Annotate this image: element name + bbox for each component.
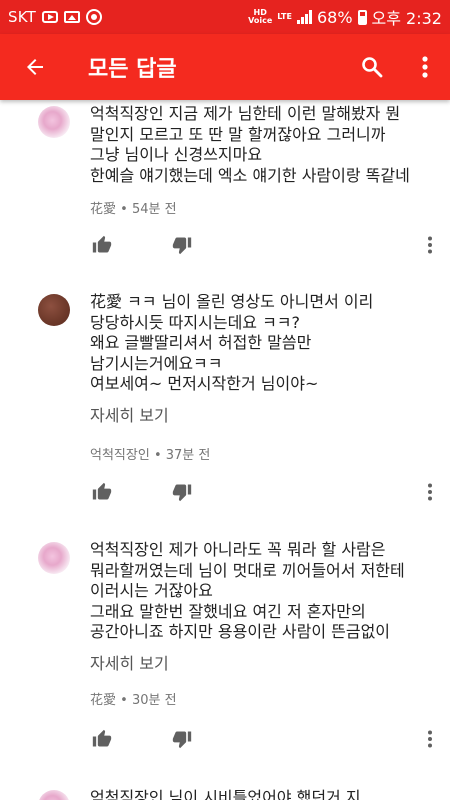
comment-menu-button[interactable] xyxy=(418,233,442,257)
search-icon xyxy=(362,57,383,78)
more-vert-icon xyxy=(428,730,432,748)
page-title: 모든 답글 xyxy=(88,57,177,82)
avatar[interactable] xyxy=(38,294,70,326)
comment-time: 37분 전 xyxy=(165,448,211,463)
overflow-menu-button[interactable] xyxy=(400,34,450,100)
battery-percent: 68% xyxy=(316,7,353,27)
comment-item: 억척직장인 제가 아니라도 꼭 뭐라 할 사람은 뭐라할꺼였는데 님이 멋대로 … xyxy=(0,538,450,763)
like-button[interactable] xyxy=(90,233,114,257)
thumbs-up-icon xyxy=(92,235,112,253)
comment-item: 억척직장인 님이 시비틀었어야 했던거 지 xyxy=(0,786,450,800)
thumbs-down-icon xyxy=(172,237,192,255)
thumbs-up-icon xyxy=(92,729,112,747)
app-bar: 모든 답글 xyxy=(0,34,450,100)
search-button[interactable] xyxy=(344,34,400,100)
like-button[interactable] xyxy=(90,727,114,751)
comment-text: 억척직장인 님이 시비틀었어야 했던거 지 xyxy=(90,788,361,800)
more-vert-icon xyxy=(422,56,428,78)
comment-menu-button[interactable] xyxy=(418,727,442,751)
comment-actions xyxy=(90,727,450,757)
thumbs-down-icon xyxy=(172,484,192,502)
comment-text: 억척직장인 지금 제가 님한테 이런 말해봤자 뭔 말인지 모르고 또 딴 말 … xyxy=(90,104,410,185)
youtube-notification-icon xyxy=(41,11,58,23)
arrow-back-icon xyxy=(27,59,43,75)
dislike-button[interactable] xyxy=(170,233,194,257)
carrier-label: SKT xyxy=(8,8,36,26)
dislike-button[interactable] xyxy=(170,480,194,504)
meta-separator: • xyxy=(153,448,162,463)
comment-author[interactable]: 花愛 xyxy=(90,202,116,217)
thumbs-down-icon xyxy=(172,731,192,749)
read-more-link[interactable]: 자세히 보기 xyxy=(90,402,169,426)
more-vert-icon xyxy=(428,483,432,501)
replies-list[interactable]: 억척직장인 지금 제가 님한테 이런 말해봤자 뭔 말인지 모르고 또 딴 말 … xyxy=(0,100,450,800)
comment-text: 억척직장인 제가 아니라도 꼭 뭐라 할 사람은 뭐라할꺼였는데 님이 멋대로 … xyxy=(90,540,405,642)
thumbs-up-icon xyxy=(92,482,112,500)
comment-item: 花愛 ㅋㅋ 님이 올린 영상도 아니면서 이리 당당하시듯 따지시는데요 ㅋㅋ?… xyxy=(0,290,450,520)
comment-menu-button[interactable] xyxy=(418,480,442,504)
comment-text: 花愛 ㅋㅋ 님이 올린 영상도 아니면서 이리 당당하시듯 따지시는데요 ㅋㅋ?… xyxy=(90,292,374,394)
read-more-link[interactable]: 자세히 보기 xyxy=(90,650,169,674)
meta-separator: • xyxy=(120,202,128,217)
avatar[interactable] xyxy=(38,106,70,138)
lte-icon: LTE xyxy=(277,12,292,21)
comment-actions xyxy=(90,233,450,263)
comment-author[interactable]: 억척직장인 xyxy=(90,448,150,463)
hd-voice-icon: HD Voice xyxy=(248,8,273,25)
clock: 오후 2:32 xyxy=(371,9,442,28)
comment-meta: 억척직장인 • 37분 전 xyxy=(90,444,210,463)
comment-time: 30분 전 xyxy=(131,693,177,708)
comment-item: 억척직장인 지금 제가 님한테 이런 말해봤자 뭔 말인지 모르고 또 딴 말 … xyxy=(0,100,450,280)
avatar[interactable] xyxy=(38,542,70,574)
comment-meta: 花愛 • 30분 전 xyxy=(90,689,177,708)
gallery-notification-icon xyxy=(63,11,80,23)
back-button[interactable] xyxy=(0,34,70,100)
signal-icon xyxy=(296,10,312,24)
comment-time: 54분 전 xyxy=(131,202,177,217)
avatar[interactable] xyxy=(38,790,70,800)
comment-meta: 花愛 • 54분 전 xyxy=(90,198,177,217)
battery-icon xyxy=(357,9,367,25)
status-bar: SKT HD Voice LTE 68% 오후 2:32 xyxy=(0,0,450,34)
meta-separator: • xyxy=(120,693,128,708)
comment-actions xyxy=(90,480,450,510)
dislike-button[interactable] xyxy=(170,727,194,751)
comment-author[interactable]: 花愛 xyxy=(90,693,116,708)
like-button[interactable] xyxy=(90,480,114,504)
sync-notification-icon xyxy=(85,9,102,25)
more-vert-icon xyxy=(428,236,432,254)
